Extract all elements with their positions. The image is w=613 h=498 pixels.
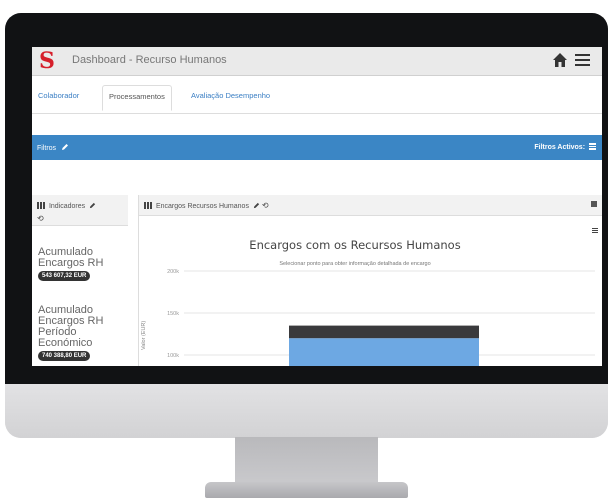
y-axis-label: Valor (EUR) xyxy=(141,321,147,350)
monitor: S Dashboard - Recurso Humanos Colaborado… xyxy=(5,13,608,438)
home-icon[interactable] xyxy=(552,52,568,68)
indicators-header: Indicadores ⟲ xyxy=(32,195,128,226)
filters-label: Filtros xyxy=(37,145,57,152)
y-tick-label: 150k xyxy=(167,311,179,317)
chart-bars[interactable] xyxy=(289,325,479,366)
bar-segment-2[interactable] xyxy=(289,338,479,366)
metric-value-badge: 740 388,80 EUR xyxy=(38,351,91,361)
charges-panel: Encargos Recursos Humanos ⟲ Encargos com… xyxy=(138,195,602,366)
refresh-icon[interactable]: ⟲ xyxy=(37,214,44,223)
bar-chart-icon xyxy=(37,202,45,209)
active-filters[interactable]: Filtros Activos: xyxy=(534,143,596,151)
pencil-icon[interactable] xyxy=(253,202,260,209)
screen: S Dashboard - Recurso Humanos Colaborado… xyxy=(32,47,602,366)
tab-processamentos[interactable]: Processamentos xyxy=(102,85,172,111)
refresh-icon[interactable]: ⟲ xyxy=(262,201,269,210)
pencil-icon[interactable] xyxy=(89,202,96,209)
app-title: Dashboard - Recurso Humanos xyxy=(72,54,227,66)
indicators-panel: Indicadores ⟲ Acumulado Encargos RH 543 … xyxy=(32,195,128,366)
metric-label: Acumulado Encargos RH Período Económico xyxy=(38,304,104,349)
y-tick-label: 200k xyxy=(167,269,179,275)
monitor-chin xyxy=(5,384,608,438)
y-tick-label: 100k xyxy=(167,353,179,359)
filters-toggle[interactable]: Filtros xyxy=(37,143,69,152)
pencil-icon xyxy=(62,144,69,150)
tab-colaborador[interactable]: Colaborador xyxy=(38,91,79,100)
bar-chart-icon xyxy=(144,202,152,209)
tab-bar: Colaborador Processamentos Avaliação Des… xyxy=(32,83,602,114)
indicators-title: Indicadores xyxy=(48,203,86,210)
monitor-stand-base xyxy=(205,482,408,498)
charges-panel-header: Encargos Recursos Humanos ⟲ xyxy=(139,195,602,216)
chart-title: Encargos com os Recursos Humanos xyxy=(249,238,460,252)
metric-period-charges: Acumulado Encargos RH Período Económico … xyxy=(38,305,126,361)
active-filters-label: Filtros Activos: xyxy=(534,144,586,151)
chart-subtitle: Selecionar ponto para obter informação d… xyxy=(279,261,430,267)
charges-chart[interactable]: Encargos com os Recursos Humanos Selecio… xyxy=(139,215,602,366)
filter-list-icon xyxy=(589,143,596,150)
monitor-stand-neck xyxy=(235,437,378,484)
bar-segment-1[interactable] xyxy=(289,325,479,339)
metric-accumulated-charges: Acumulado Encargos RH 543 607,32 EUR xyxy=(38,247,126,281)
charges-panel-title: Encargos Recursos Humanos xyxy=(155,203,249,210)
hamburger-menu-icon[interactable] xyxy=(575,54,590,67)
panel-square-icon[interactable] xyxy=(591,201,597,207)
metric-value-badge: 543 607,32 EUR xyxy=(38,271,91,281)
metric-label: Acumulado Encargos RH xyxy=(38,246,104,269)
tab-avaliacao-desempenho[interactable]: Avaliação Desempenho xyxy=(191,91,270,100)
filter-bar[interactable]: Filtros Filtros Activos: xyxy=(32,135,602,160)
app-logo[interactable]: S xyxy=(39,49,55,73)
top-bar: S Dashboard - Recurso Humanos xyxy=(32,47,602,76)
